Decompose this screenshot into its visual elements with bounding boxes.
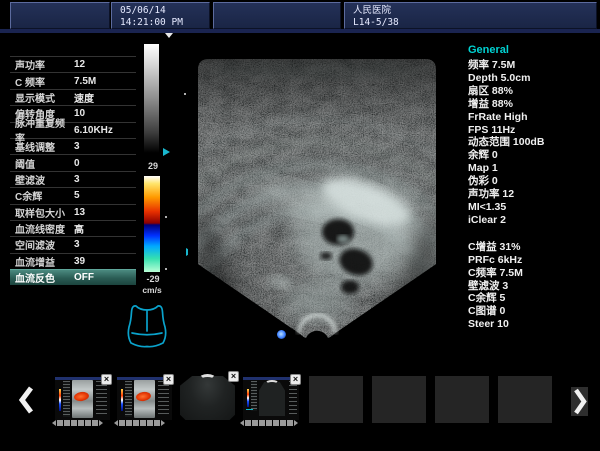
topbar-hospital-probe: 人民医院 L14-5/38 (344, 2, 597, 29)
close-icon[interactable]: × (228, 371, 239, 382)
hospital-name: 人民医院 (353, 5, 596, 17)
param-packet-size[interactable]: 取样包大小13 (10, 204, 136, 220)
c-info-prf: PRFc 6kHz (468, 254, 596, 267)
pager-next-icon[interactable] (161, 420, 165, 426)
c-info-steer: Steer 10 (468, 318, 596, 331)
info-fps: FPS 11Hz (468, 124, 596, 137)
param-c-persistence[interactable]: C余辉5 (10, 187, 136, 203)
param-c-frequency[interactable]: C 频率7.5M (10, 72, 136, 88)
thumbnail-slot-empty (435, 376, 489, 423)
c-info-frequency: C频率 7.5M (468, 267, 596, 280)
pager-prev-icon[interactable] (114, 420, 118, 426)
topbar-strip (0, 29, 600, 33)
thumbnail-pager[interactable] (240, 420, 298, 426)
date-text: 05/06/14 (120, 5, 209, 17)
velocity-min-label: -29 (140, 274, 166, 284)
c-info-map: C图谱 0 (468, 305, 596, 318)
info-sector: 扇区 88% (468, 85, 596, 98)
topbar-box-patient (213, 2, 341, 29)
tick-dot-icon (165, 216, 167, 218)
param-display-mode[interactable]: 显示模式速度 (10, 89, 136, 105)
ultrasound-image-canvas[interactable] (188, 50, 446, 342)
c-info-persistence: C余辉 5 (468, 292, 596, 305)
velocity-max-label: 29 (140, 161, 166, 171)
filmstrip-next-button[interactable] (571, 387, 588, 416)
param-wall-filter[interactable]: 壁滤波3 (10, 171, 136, 187)
info-chroma: 伪彩 0 (468, 175, 596, 188)
thumbnail-slot-empty (372, 376, 426, 423)
color-velocity-bar (144, 176, 160, 272)
info-frame-rate: FrRate High (468, 111, 596, 124)
close-icon[interactable]: × (290, 374, 301, 385)
thumbnail-pager[interactable] (52, 420, 103, 426)
gain-pointer-icon (163, 148, 170, 156)
info-title: General (468, 44, 596, 56)
thumbnail-pager[interactable] (114, 420, 165, 426)
ultrasound-screen: 05/06/14 14:21:00 PM 人民医院 L14-5/38 声功率12… (0, 0, 600, 451)
grayscale-bar (144, 44, 159, 156)
param-baseline[interactable]: 基线调整3 (10, 138, 136, 154)
close-icon[interactable]: × (163, 374, 174, 385)
param-color-invert[interactable]: 血流反色OFF (10, 269, 136, 285)
pager-next-icon[interactable] (294, 420, 298, 426)
time-text: 14:21:00 PM (120, 17, 209, 29)
info-depth: Depth 5.0cm (468, 72, 596, 85)
info-iclear: iClear 2 (468, 214, 596, 227)
probe-orientation-dot-icon (277, 330, 286, 339)
thumbnail-slot-empty (309, 376, 363, 423)
velocity-unit-label: cm/s (139, 285, 165, 295)
info-gain: 增益 88% (468, 98, 596, 111)
param-line-density[interactable]: 血流线密度高 (10, 220, 136, 236)
topbar-datetime: 05/06/14 14:21:00 PM (111, 2, 210, 29)
color-info-block: C增益 31% PRFc 6kHz C频率 7.5M 壁滤波 3 C余辉 5 C… (468, 241, 596, 331)
thumbnail-slot-empty (498, 376, 552, 423)
probe-model: L14-5/38 (353, 17, 596, 29)
param-threshold[interactable]: 阈值0 (10, 154, 136, 170)
c-info-gain: C增益 31% (468, 241, 596, 254)
info-mi: MI<1.35 (468, 201, 596, 214)
info-persistence: 余辉 0 (468, 149, 596, 162)
thumbnail-bmode[interactable]: × (178, 374, 237, 422)
pager-next-icon[interactable] (99, 420, 103, 426)
close-icon[interactable]: × (101, 374, 112, 385)
image-info-panel: General 频率 7.5M Depth 5.0cm 扇区 88% 增益 88… (468, 44, 596, 331)
param-spatial-filter[interactable]: 空间滤波3 (10, 236, 136, 252)
info-frequency: 频率 7.5M (468, 59, 596, 72)
info-map: Map 1 (468, 162, 596, 175)
pager-prev-icon[interactable] (240, 420, 244, 426)
topbar-box-blank-left (10, 2, 110, 29)
thumbnail-doppler-2[interactable]: × (117, 377, 172, 420)
focus-marker-icon (165, 33, 173, 38)
thumbnail-doppler-3[interactable]: × (243, 377, 299, 420)
tick-dot-icon (165, 268, 167, 270)
param-color-gain[interactable]: 血流增益39 (10, 253, 136, 269)
param-prf[interactable]: 脉冲重复频率6.10KHz (10, 122, 136, 138)
pager-prev-icon[interactable] (52, 420, 56, 426)
info-acoustic-power: 声功率 12 (468, 188, 596, 201)
c-info-wall-filter: 壁滤波 3 (468, 280, 596, 293)
thumbnail-doppler-1[interactable]: × (55, 377, 110, 420)
parameter-menu: 声功率12 C 频率7.5M 显示模式速度 偏转角度10 脉冲重复频率6.10K… (10, 56, 136, 285)
info-dynamic-range: 动态范围 100dB (468, 136, 596, 149)
chevron-right-icon (571, 387, 588, 416)
param-acoustic-power[interactable]: 声功率12 (10, 56, 136, 72)
filmstrip-prev-button[interactable] (18, 385, 34, 415)
body-mark-abdomen-icon (124, 301, 170, 349)
tick-dot-icon (184, 93, 186, 95)
